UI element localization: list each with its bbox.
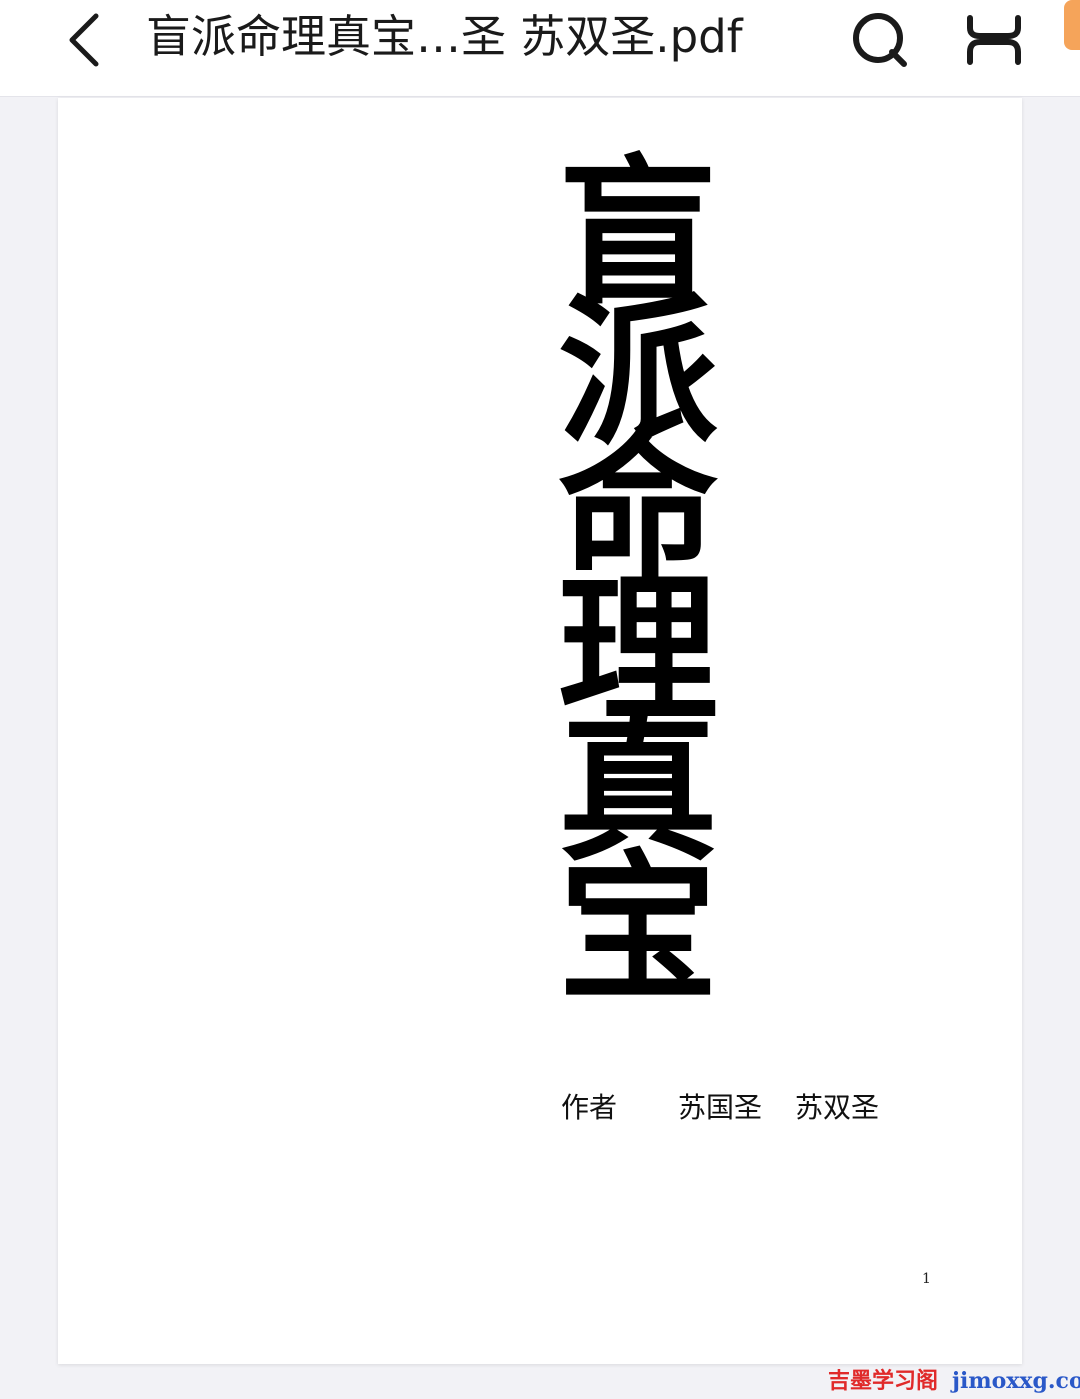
watermark-chinese: 吉墨学习阁 <box>828 1369 939 1394</box>
reader-mode-icon <box>967 15 1021 65</box>
author-name: 苏双圣 <box>795 1091 880 1124</box>
search-icon <box>853 13 907 67</box>
document-title: 盲派命理真宝…圣 苏双圣.pdf <box>146 10 743 63</box>
pdf-page[interactable]: 盲 派 命 理 真 宝 作者 苏国圣 苏双圣 1 <box>58 98 1022 1364</box>
page-number: 1 <box>922 1271 931 1287</box>
side-pull-tab[interactable] <box>1064 0 1080 50</box>
book-title-char: 宝 <box>558 835 719 1022</box>
author-label: 作者 <box>561 1091 618 1124</box>
site-watermark: 吉墨学习阁 jimoxxg.com <box>828 1364 1080 1398</box>
chevron-left-icon <box>69 13 99 67</box>
book-title: 盲 派 命 理 真 宝 <box>558 154 719 1022</box>
back-button[interactable] <box>56 4 116 68</box>
top-toolbar: 盲派命理真宝…圣 苏双圣.pdf <box>0 0 1080 97</box>
watermark-domain: jimoxxg.com <box>952 1368 1080 1394</box>
author-name: 苏国圣 <box>678 1091 763 1124</box>
reader-mode-button[interactable] <box>960 8 1028 68</box>
search-button[interactable] <box>846 6 912 68</box>
